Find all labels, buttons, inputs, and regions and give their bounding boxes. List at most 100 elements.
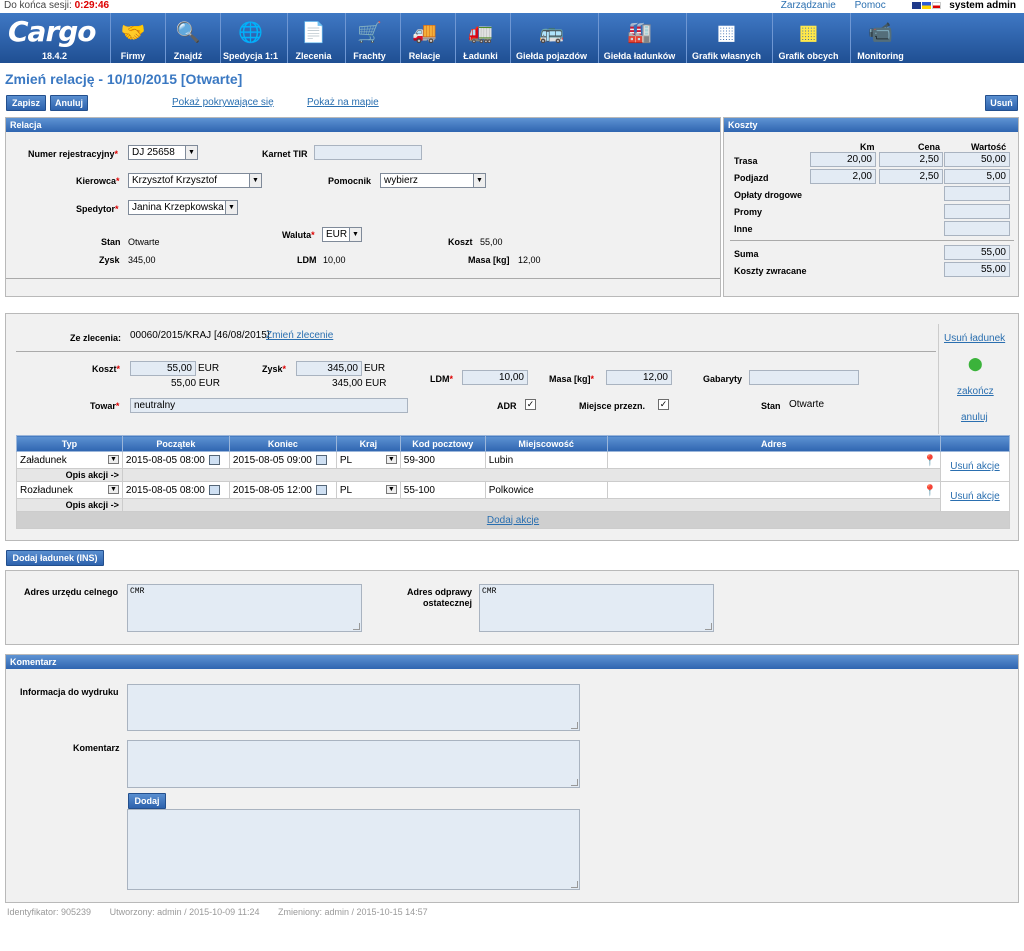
driver-select[interactable]: Krzysztof Krzysztof ▼ <box>128 173 262 188</box>
city-input[interactable]: Lubin <box>484 451 608 469</box>
nav-relacje[interactable]: 🚚 Relacje <box>400 13 448 63</box>
delete-button[interactable]: Usuń <box>985 95 1018 111</box>
map-pin-icon[interactable]: 📍 <box>923 484 937 497</box>
order-label: Ze zlecenia: <box>70 333 122 343</box>
helper-select[interactable]: wybierz ▼ <box>380 173 486 188</box>
currency-select[interactable]: EUR ▼ <box>322 227 362 242</box>
action-desc-label: Opis akcji -> <box>16 498 123 512</box>
type-select[interactable]: Załadunek ▼ <box>16 451 123 469</box>
flag-ua-icon[interactable] <box>921 1 931 9</box>
comment-textarea[interactable] <box>127 740 580 788</box>
calendar-icon[interactable] <box>315 454 327 465</box>
cargo-ldm-input[interactable]: 10,00 <box>462 370 528 385</box>
goods-input[interactable]: neutralny <box>130 398 408 413</box>
cargo-logo[interactable]: Cargo 18.4.2 <box>4 15 104 61</box>
state-value: Otwarte <box>128 237 160 247</box>
col-city: Miejscowość <box>484 435 608 452</box>
calendar-icon[interactable] <box>315 484 327 495</box>
sum-label: Suma <box>734 249 759 259</box>
cargo-mass-input[interactable]: 12,00 <box>606 370 672 385</box>
page-title: Zmień relację - 10/10/2015 [Otwarte] <box>5 71 243 87</box>
customs-office-textarea[interactable]: CMR <box>127 584 362 632</box>
action-desc-input[interactable] <box>121 468 941 482</box>
tir-input[interactable] <box>314 145 422 160</box>
modified-info: Zmieniony: admin / 2015-10-15 14:57 <box>278 907 428 917</box>
ferries-value-input[interactable] <box>944 204 1010 219</box>
relacja-header: Relacja <box>6 118 720 132</box>
zip-input[interactable]: 55-100 <box>399 481 486 499</box>
country-select[interactable]: PL ▼ <box>335 451 401 469</box>
nav-zlecenia[interactable]: 📄 Zlecenia <box>287 13 339 63</box>
cargo-cost-currency: EUR <box>198 363 220 374</box>
podjazd-km-input[interactable]: 2,00 <box>810 169 876 184</box>
city-input[interactable]: Polkowice <box>484 481 608 499</box>
adr-label: ADR <box>497 401 517 411</box>
cancel-button[interactable]: Anuluj <box>50 95 88 111</box>
add-comment-button[interactable]: Dodaj <box>128 793 166 809</box>
action-desc-input[interactable] <box>121 498 941 512</box>
nav-monitoring[interactable]: 📹 Monitoring <box>850 13 910 63</box>
zip-input[interactable]: 59-300 <box>399 451 486 469</box>
country-select[interactable]: PL ▼ <box>335 481 401 499</box>
address-input[interactable]: 📍 <box>606 451 941 469</box>
type-select[interactable]: Rozładunek ▼ <box>16 481 123 499</box>
manage-link[interactable]: Zarządzanie <box>781 0 836 11</box>
remove-action-link[interactable]: Usuń akcje <box>950 491 999 502</box>
address-input[interactable]: 📍 <box>606 481 941 499</box>
nav-spedycja[interactable]: 🌐 Spedycja 1:1 <box>220 13 280 63</box>
flag-uk-icon[interactable] <box>911 1 921 9</box>
other-value-input[interactable] <box>944 221 1010 236</box>
calendar-icon[interactable] <box>208 454 220 465</box>
end-input[interactable]: 2015-08-05 09:00 <box>228 451 337 469</box>
cost-row-label: Inne <box>734 224 753 234</box>
show-covering-link[interactable]: Pokaż pokrywające się <box>172 97 274 108</box>
trasa-km-input[interactable]: 20,00 <box>810 152 876 167</box>
forwarder-select[interactable]: Janina Krzepkowska ▼ <box>128 200 238 215</box>
dimensions-input[interactable] <box>749 370 859 385</box>
change-order-link[interactable]: Zmień zlecenie <box>266 330 333 341</box>
map-pins-icon[interactable]: ⬤ <box>968 356 983 372</box>
map-pin-icon[interactable]: 📍 <box>923 454 937 467</box>
trasa-price-input[interactable]: 2,50 <box>879 152 943 167</box>
actions-table: Typ Początek Koniec Kraj Kod pocztowy Mi… <box>16 435 1011 529</box>
nav-firmy[interactable]: 🤝 Firmy <box>110 13 155 63</box>
nav-znajdz[interactable]: 🔍 Znajdź <box>165 13 210 63</box>
tolls-value-input[interactable] <box>944 186 1010 201</box>
nav-frachty[interactable]: 🛒 Frachty <box>345 13 393 63</box>
start-input[interactable]: 2015-08-05 08:00 <box>121 451 230 469</box>
cargo-cost-input[interactable]: 55,00 <box>130 361 196 376</box>
show-map-link[interactable]: Pokaż na mapie <box>307 97 379 108</box>
cargo-mass-label: Masa [kg]* <box>549 374 595 384</box>
col-address: Adres <box>606 435 941 452</box>
chevron-down-icon: ▼ <box>107 454 119 464</box>
trasa-value-input[interactable]: 50,00 <box>944 152 1010 167</box>
podjazd-price-input[interactable]: 2,50 <box>879 169 943 184</box>
help-link[interactable]: Pomoc <box>855 0 886 11</box>
save-button[interactable]: Zapisz <box>6 95 46 111</box>
nav-grafik-wlasnych[interactable]: ▦ Grafik własnych <box>686 13 766 63</box>
remove-action-link[interactable]: Usuń akcje <box>950 461 999 472</box>
reg-select[interactable]: DJ 25658 ▼ <box>128 145 198 160</box>
remove-cargo-link[interactable]: Usuń ładunek <box>944 333 1005 344</box>
cargo-ldm-label: LDM* <box>430 374 454 384</box>
destination-checkbox[interactable]: ✓ <box>658 399 669 410</box>
flag-pl-icon[interactable] <box>931 1 941 9</box>
cargo-profit-input[interactable]: 345,00 <box>296 361 362 376</box>
end-input[interactable]: 2015-08-05 12:00 <box>228 481 337 499</box>
nav-ladunki[interactable]: 🚛 Ładunki <box>455 13 505 63</box>
print-info-textarea[interactable] <box>127 684 580 731</box>
podjazd-value-input[interactable]: 5,00 <box>944 169 1010 184</box>
nav-gielda-ladunkow[interactable]: 🏭 Giełda ładunków <box>598 13 680 63</box>
add-action-link[interactable]: Dodaj akcje <box>487 515 539 526</box>
final-clearance-textarea[interactable]: CMR <box>479 584 714 632</box>
calendar-icon[interactable] <box>208 484 220 495</box>
adr-checkbox[interactable]: ✓ <box>525 399 536 410</box>
nav-gielda-pojazdow[interactable]: 🚌 Giełda pojazdów <box>510 13 592 63</box>
nav-grafik-obcych[interactable]: ▦ Grafik obcych <box>772 13 844 63</box>
finish-link[interactable]: zakończ <box>957 386 994 397</box>
start-input[interactable]: 2015-08-05 08:00 <box>121 481 230 499</box>
customs-panel: Adres urzędu celnego CMR Adres odprawy o… <box>5 570 1019 645</box>
cancel-cargo-link[interactable]: anuluj <box>961 412 988 423</box>
cost-row-label: Opłaty drogowe <box>734 190 803 200</box>
add-cargo-button[interactable]: Dodaj ładunek (INS) <box>6 550 104 566</box>
